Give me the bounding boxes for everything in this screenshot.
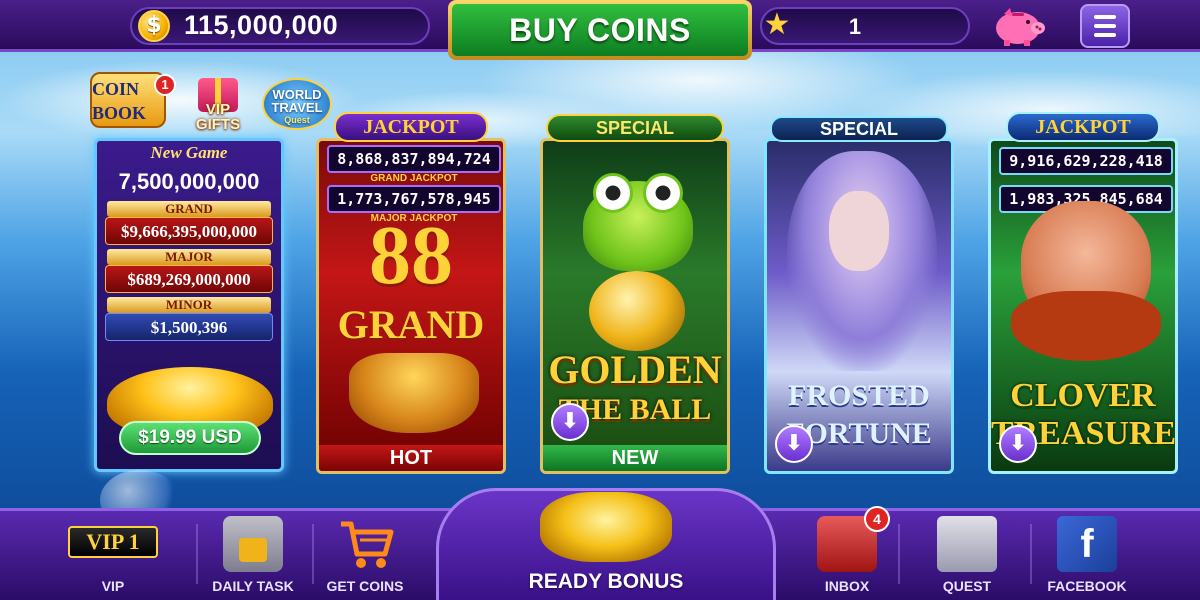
frog-character-image [583,173,693,271]
leprechaun-beard [1011,291,1161,361]
treasure-map-icon [937,516,997,572]
nav-daily-task-label: DAILY TASK [212,578,294,594]
game-art-88: 88 [369,209,453,302]
nav-divider [898,524,900,584]
offer-header: New Game [150,143,228,162]
vip-gifts-label: VIP GIFTS [195,101,241,133]
nav-quest[interactable]: QUEST [912,512,1022,598]
nav-daily-task[interactable]: DAILY TASK [198,512,308,598]
nav-get-coins-label: GET COINS [326,578,404,594]
offer-coin-amount: 7,500,000,000 [118,169,260,194]
facebook-icon: f [1057,516,1117,572]
download-icon[interactable]: ⬇ [775,425,813,463]
grand-jackpot-tag: GRAND JACKPOT [370,173,458,184]
nav-facebook[interactable]: f FACEBOOK [1032,512,1142,598]
vip-gifts-button[interactable]: VIP GIFTS [188,72,248,134]
hot-tag: HOT [319,445,503,471]
treasure-pot-image [349,353,479,433]
shopping-cart-icon [341,521,394,568]
coin-book-notification-badge: 1 [154,74,176,96]
game-title-line1: GOLDEN [548,347,722,392]
special-banner: SPECIAL [546,114,724,142]
coin-balance: 115,000,000 [184,10,339,40]
grand-jackpot-value: 8,868,837,894,724 [327,145,501,173]
menu-button[interactable] [1080,4,1130,48]
nav-inbox-label: INBOX [824,578,870,594]
major-tier-value: $689,269,000,000 [105,265,273,293]
game-card-88-grand[interactable]: 8,868,837,894,724 GRAND JACKPOT 1,773,76… [316,138,506,474]
new-game-offer-card[interactable]: New Game 7,500,000,000 GRAND $9,666,395,… [94,138,284,472]
nav-get-coins[interactable]: GET COINS [310,512,420,598]
buy-coins-button[interactable]: BUY COINS [448,0,752,60]
minor-tier-label: MINOR [107,297,271,313]
vip-level-badge: VIP 1 [68,526,158,558]
world-travel-label: WORLD TRAVEL [271,87,323,115]
nav-vip[interactable]: VIP 1 VIP [58,512,168,598]
special-banner: SPECIAL [770,116,948,142]
download-icon[interactable]: ⬇ [999,425,1037,463]
grand-tier-label: GRAND [107,201,271,217]
menu-icon [1094,15,1116,19]
star-icon: ★ [763,8,791,41]
jackpot-banner: JACKPOT [334,112,488,142]
game-card-golden-the-ball[interactable]: GOLDEN THE BALL ⬇ NEW [540,138,730,474]
nav-facebook-label: FACEBOOK [1047,578,1127,594]
golden-ball-image [589,271,685,351]
world-travel-sublabel: Quest [284,115,310,125]
padlock-briefcase-icon [223,516,283,572]
ice-queen-face [829,191,889,271]
grand-tier-value: $9,666,395,000,000 [105,217,273,245]
coin-stack-icon [540,492,672,562]
game-card-frosted-fortune[interactable]: FROSTED FORTUNE ⬇ [764,138,954,474]
major-tier-label: MAJOR [107,249,271,265]
ready-bonus-label: READY BONUS [528,570,684,593]
game-title-line1: CLOVER [1010,377,1156,414]
buy-offer-button[interactable]: $19.99 USD [119,421,261,455]
grand-jackpot-value: 9,916,629,228,418 [999,147,1173,175]
nav-quest-label: QUEST [942,578,992,594]
new-tag: NEW [543,445,727,471]
player-level: 1 [848,14,862,39]
piggy-bank-icon[interactable] [990,4,1046,48]
game-title-line1: FROSTED [788,379,930,412]
inbox-notification-badge: 4 [864,506,890,532]
coin-icon: $ [138,10,170,42]
world-travel-quest-button[interactable]: WORLD TRAVEL Quest [262,78,332,130]
game-card-clover-treasure[interactable]: 9,916,629,228,418 1,983,325,845,684 CLOV… [988,138,1178,474]
download-icon[interactable]: ⬇ [551,403,589,441]
minor-tier-value: $1,500,396 [105,313,273,341]
nav-vip-label: VIP [101,578,125,594]
buy-coins-label: BUY COINS [452,4,748,56]
jackpot-banner: JACKPOT [1006,112,1160,142]
game-art-grand: GRAND [337,302,485,347]
